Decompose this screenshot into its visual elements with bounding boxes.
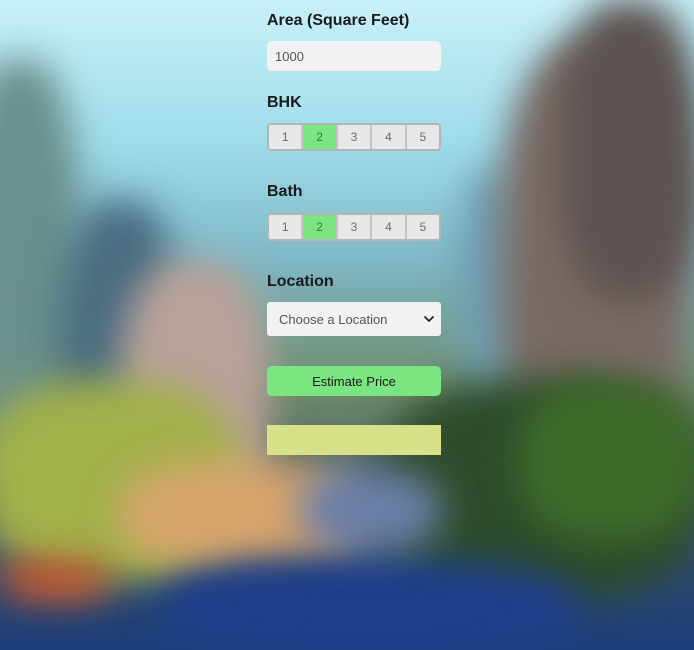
bath-option-1[interactable]: 1 [269, 215, 304, 239]
bath-radio-group: 1 2 3 4 5 [267, 213, 441, 241]
bath-option-4[interactable]: 4 [372, 215, 407, 239]
estimate-price-button[interactable]: Estimate Price [267, 366, 441, 396]
location-label: Location [267, 273, 334, 290]
bath-option-5[interactable]: 5 [406, 215, 439, 239]
bhk-option-1[interactable]: 1 [269, 125, 304, 149]
bhk-radio-group: 1 2 3 4 5 [267, 123, 441, 151]
chevron-down-icon [424, 316, 434, 322]
area-input[interactable] [267, 41, 441, 71]
bhk-option-4[interactable]: 4 [372, 125, 407, 149]
bath-option-3[interactable]: 3 [337, 215, 373, 239]
estimated-price-result [267, 425, 441, 455]
area-label: Area (Square Feet) [267, 12, 410, 29]
bhk-option-3[interactable]: 3 [337, 125, 373, 149]
location-select[interactable]: Choose a Location [267, 302, 441, 336]
bhk-option-5[interactable]: 5 [406, 125, 439, 149]
bath-option-2[interactable]: 2 [303, 215, 338, 239]
location-select-value: Choose a Location [279, 311, 388, 327]
bhk-label: BHK [267, 94, 302, 111]
bath-label: Bath [267, 183, 303, 200]
bhk-option-2[interactable]: 2 [303, 125, 338, 149]
